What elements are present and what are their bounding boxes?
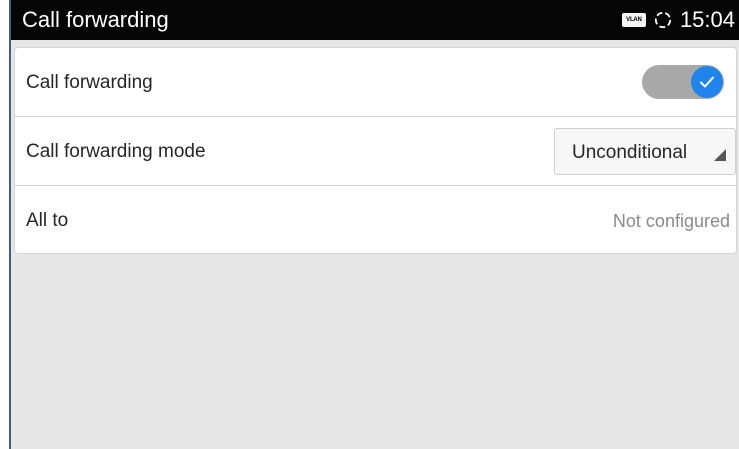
all-to-label: All to bbox=[26, 210, 69, 231]
selected-mode: Unconditional bbox=[572, 142, 688, 163]
status-bar: Call forwarding VLAN 15:04 bbox=[11, 0, 739, 40]
toggle-knob bbox=[691, 66, 723, 98]
call-forwarding-toggle[interactable] bbox=[642, 65, 724, 99]
call-forwarding-mode-label: Call forwarding mode bbox=[26, 141, 206, 162]
settings-list: Call forwarding Call forwarding mode Unc… bbox=[14, 47, 737, 254]
page-title: Call forwarding bbox=[22, 7, 169, 32]
all-to-value: Not configured bbox=[612, 211, 730, 231]
call-forwarding-mode-row: Call forwarding mode Unconditional bbox=[15, 117, 736, 186]
dropdown-arrow-icon bbox=[714, 149, 726, 161]
vlan-icon: VLAN bbox=[621, 13, 646, 27]
call-forwarding-label: Call forwarding bbox=[26, 72, 153, 93]
all-to-row[interactable]: All to Not configured bbox=[15, 186, 736, 253]
check-icon bbox=[700, 76, 714, 88]
sync-icon bbox=[654, 11, 672, 29]
call-forwarding-row: Call forwarding bbox=[15, 48, 736, 117]
status-indicators: VLAN 15:04 bbox=[621, 5, 735, 35]
app-window: Call forwarding VLAN 15:04 Call forwardi… bbox=[9, 0, 739, 449]
time-display: 15:04 bbox=[679, 7, 735, 32]
call-forwarding-mode-select[interactable]: Unconditional bbox=[554, 128, 736, 175]
